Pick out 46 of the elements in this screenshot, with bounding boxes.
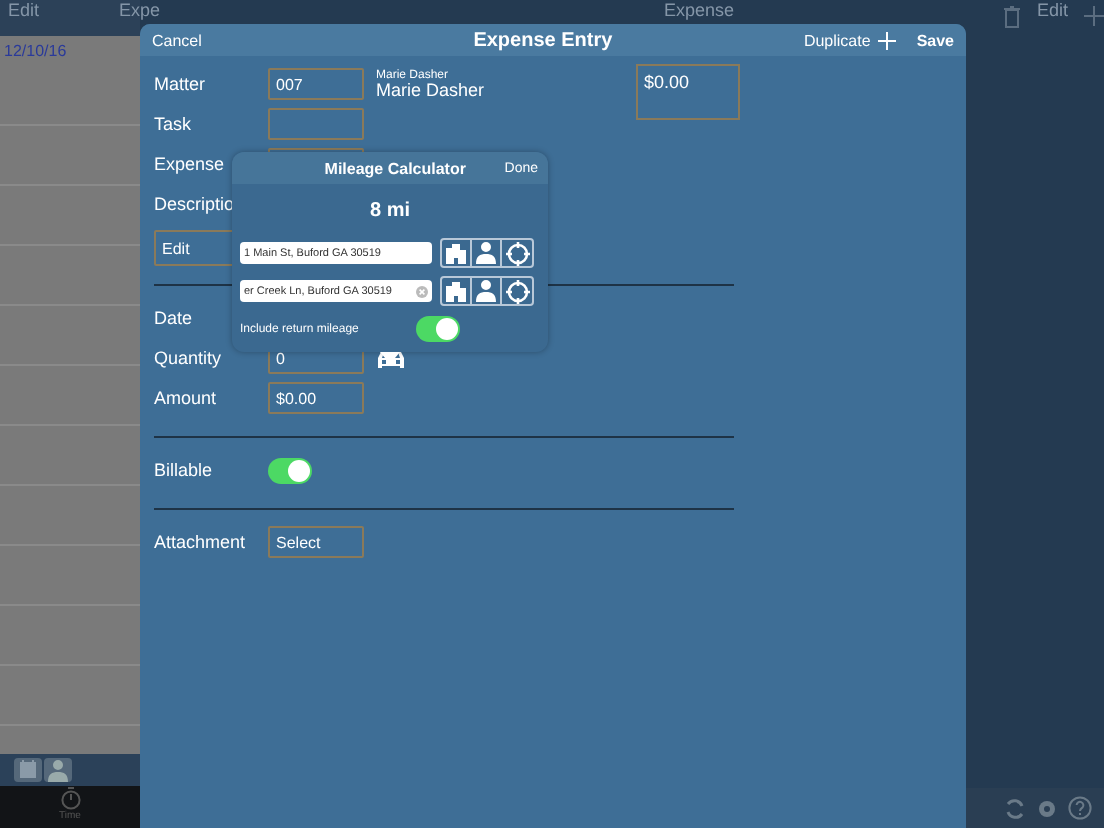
stopwatch-icon[interactable] [59, 786, 81, 810]
field-label: Descriptio [154, 194, 237, 214]
total-field: $0.00 [636, 64, 740, 120]
crosshair-icon [505, 279, 529, 303]
edit-link[interactable]: Edit [1036, 0, 1068, 22]
calendar-icon[interactable] [14, 758, 42, 782]
distance-label: 8 mi [367, 200, 412, 222]
billable-toggle[interactable] [268, 457, 312, 483]
person-icon [474, 280, 498, 302]
location-button[interactable] [502, 278, 532, 304]
map-button[interactable] [442, 278, 472, 304]
cancel-button[interactable]: Cancel [152, 31, 202, 49]
field-label: Attachment [154, 532, 248, 552]
client-name: Marie Dasher [376, 81, 485, 99]
sync-icon[interactable] [1004, 797, 1026, 819]
contact-button[interactable] [472, 278, 502, 304]
input-field[interactable]: Select [268, 526, 364, 558]
add-icon[interactable] [1084, 6, 1104, 26]
date-label: 12/10/16 [2, 40, 69, 64]
dialog-title: Expense Entry [471, 29, 615, 51]
field-label: Quantity [154, 348, 224, 368]
settings-icon[interactable] [1036, 797, 1058, 819]
field-label: Billable [154, 460, 215, 480]
header-title: Expense [664, 0, 737, 22]
input-field[interactable] [268, 108, 364, 140]
popover-title: Mileage Calculator [322, 159, 468, 177]
duplicate-button[interactable]: Duplicate [803, 31, 871, 49]
contact-button[interactable] [472, 240, 502, 266]
help-icon[interactable] [1068, 796, 1092, 820]
field-label: Amount [154, 388, 219, 408]
save-button[interactable]: Save [916, 31, 954, 49]
field-label: Expense [154, 154, 227, 174]
crosshair-icon [505, 241, 529, 265]
person-icon [474, 242, 498, 264]
input-field[interactable]: $0.00 [268, 382, 364, 414]
return-toggle[interactable] [416, 316, 460, 342]
input-field[interactable]: 007 [268, 68, 364, 100]
building-icon [444, 280, 468, 302]
field-label: Matter [154, 74, 208, 94]
header-title: Expe [119, 0, 161, 24]
building-icon [444, 242, 468, 264]
person-icon[interactable] [44, 758, 72, 782]
field-label: Task [154, 114, 194, 134]
trash-icon[interactable] [1004, 6, 1021, 28]
location-button[interactable] [502, 240, 532, 266]
map-button[interactable] [442, 240, 472, 266]
